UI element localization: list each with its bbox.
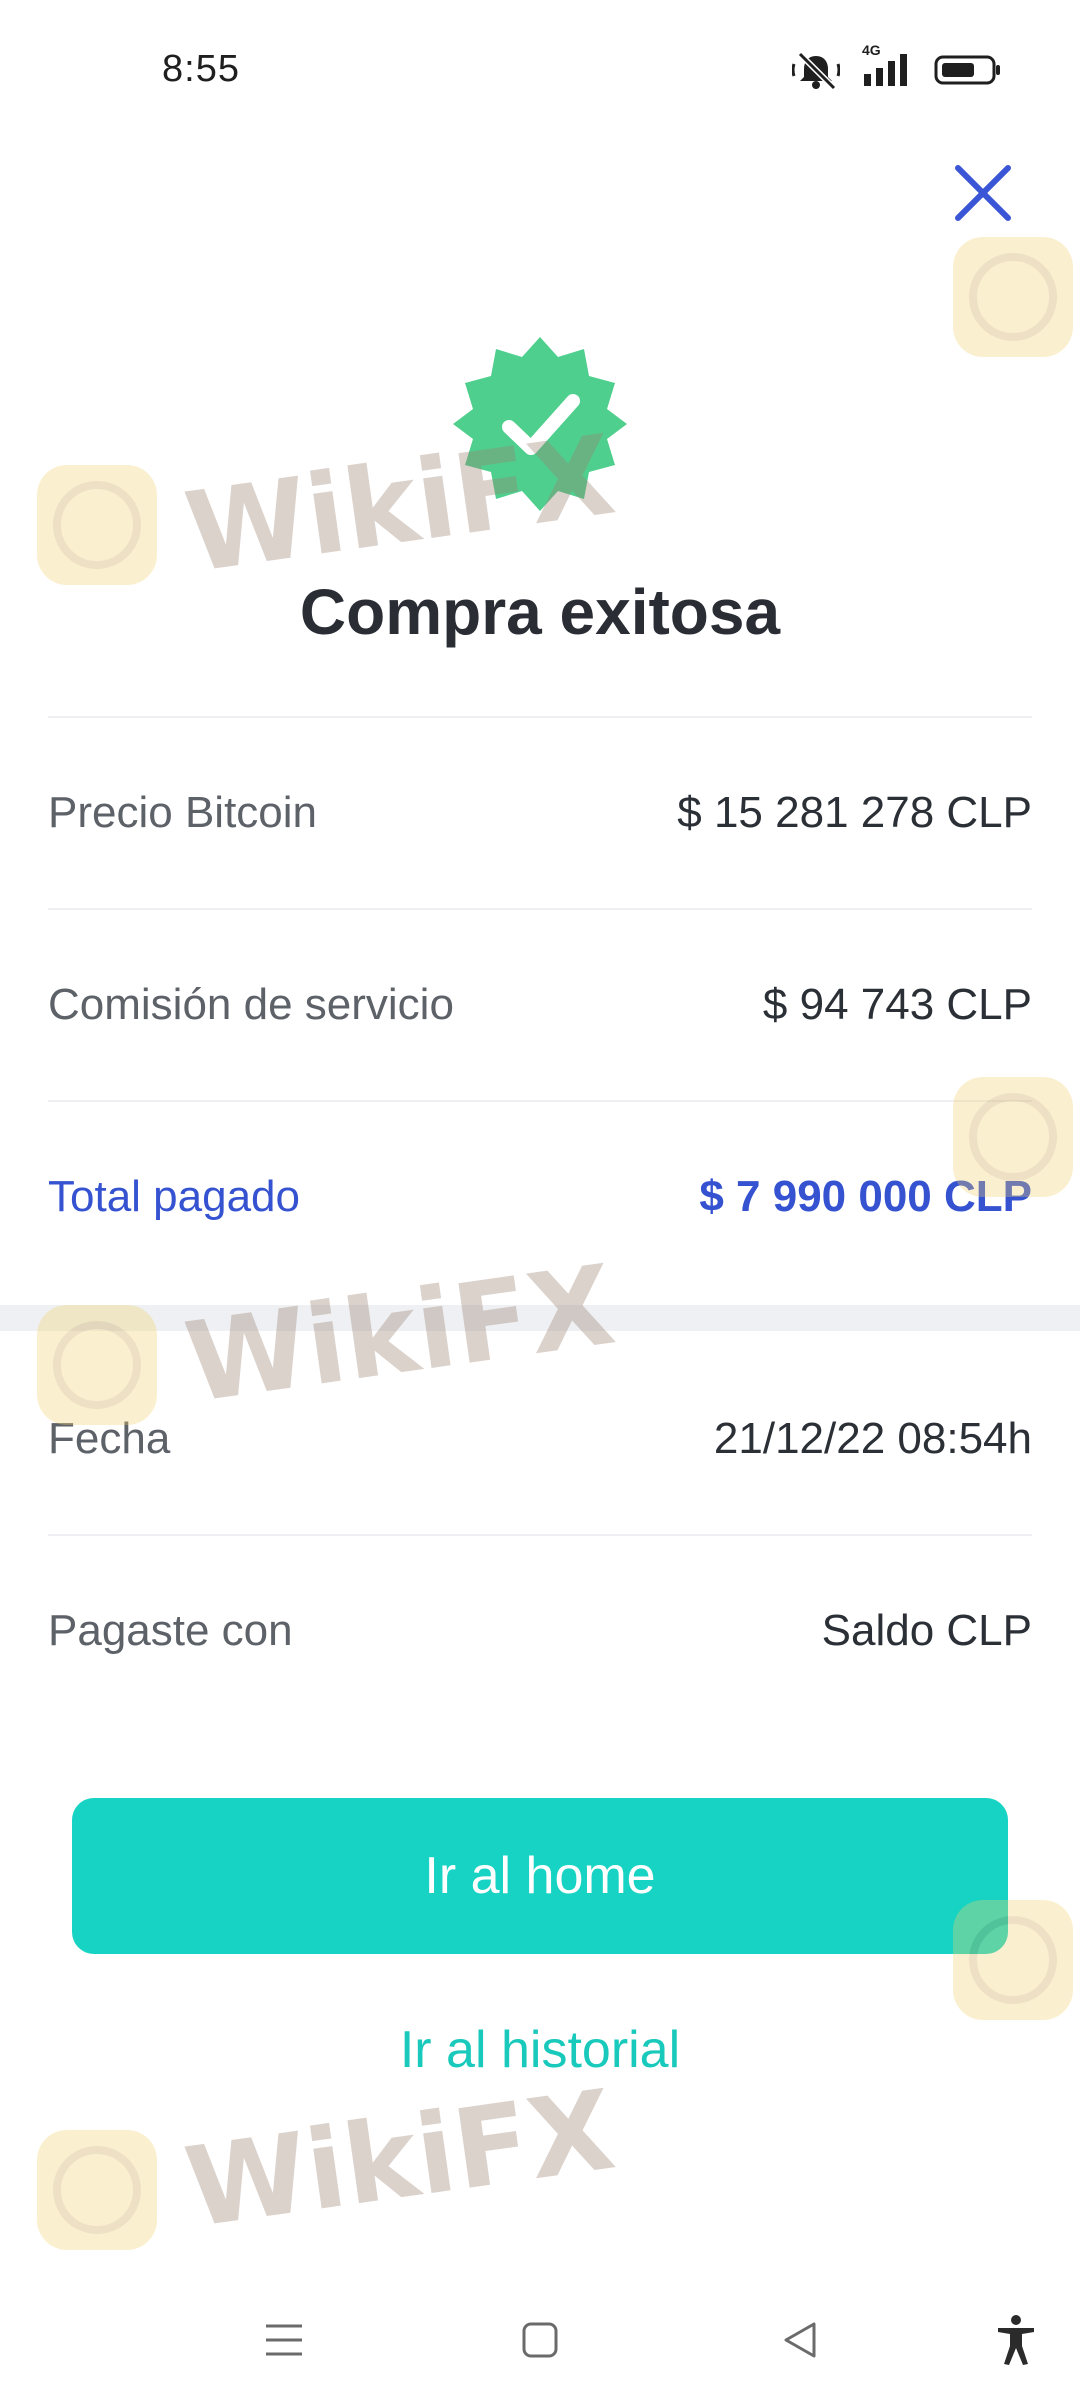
detail-value: Saldo CLP (821, 1606, 1032, 1655)
detail-value: $ 7 990 000 CLP (699, 1172, 1032, 1221)
home-square-icon (522, 2322, 558, 2358)
check-badge-icon (453, 337, 627, 511)
menu-icon (266, 2324, 302, 2356)
back-icon (784, 2322, 816, 2358)
accessibility-icon (998, 2315, 1034, 2365)
nav-menu-button[interactable] (254, 2310, 314, 2370)
detail-label: Comisión de servicio (48, 980, 454, 1029)
detail-value: $ 15 281 278 CLP (677, 788, 1032, 837)
detail-value: 21/12/22 08:54h (713, 1414, 1032, 1463)
signal-icon: 4G (862, 42, 912, 88)
status-time: 8:55 (162, 48, 240, 90)
go-history-link[interactable]: Ir al historial (0, 2020, 1080, 2080)
detail-row-total: Total pagado $ 7 990 000 CLP (48, 1100, 1032, 1292)
detail-row-payment-method: Pagaste con Saldo CLP (48, 1534, 1032, 1726)
close-icon (955, 165, 1011, 221)
nav-home-button[interactable] (510, 2310, 570, 2370)
nav-accessibility-button[interactable] (986, 2310, 1046, 2370)
go-home-button[interactable]: Ir al home (72, 1798, 1008, 1954)
detail-row-date: Fecha 21/12/22 08:54h (48, 1344, 1032, 1534)
section-divider (0, 1305, 1080, 1331)
watermark-text: WikiFX (178, 2065, 622, 2253)
detail-row-price: Precio Bitcoin $ 15 281 278 CLP (48, 716, 1032, 908)
system-nav-bar (0, 2280, 1080, 2400)
watermark-logo-icon (948, 232, 1078, 367)
status-icons: 4G (792, 42, 1002, 90)
battery-icon (934, 54, 1002, 86)
detail-label: Precio Bitcoin (48, 788, 318, 837)
detail-label: Total pagado (48, 1172, 300, 1221)
detail-label: Pagaste con (48, 1606, 293, 1655)
detail-value: $ 94 743 CLP (762, 980, 1032, 1029)
watermark-logo-icon (32, 2125, 162, 2260)
status-bar: 8:55 4G (0, 0, 1080, 140)
detail-row-fee: Comisión de servicio $ 94 743 CLP (48, 908, 1032, 1100)
page-title: Compra exitosa (299, 576, 781, 648)
success-badge (451, 335, 629, 513)
nav-back-button[interactable] (770, 2310, 830, 2370)
network-label: 4G (862, 42, 881, 58)
close-button[interactable] (950, 160, 1016, 226)
mute-icon (792, 50, 840, 90)
detail-label: Fecha (48, 1414, 171, 1463)
